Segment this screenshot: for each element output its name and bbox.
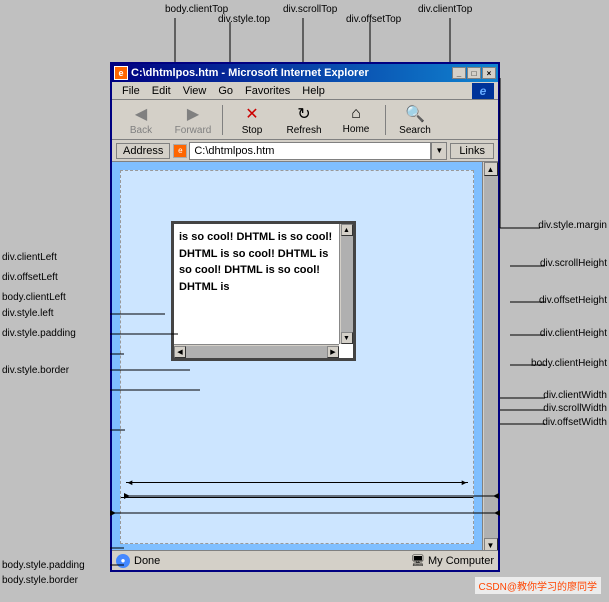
label-client-top-2: div.clientTop	[418, 4, 472, 15]
address-label: Address	[116, 143, 170, 159]
menu-favorites[interactable]: Favorites	[239, 84, 296, 98]
toolbar-sep-1	[222, 105, 223, 135]
address-bar: Address e C:\dhtmlpos.htm ▼ Links	[112, 140, 498, 162]
refresh-label: Refresh	[286, 125, 321, 136]
status-text: Done	[134, 555, 160, 567]
scroll-track-h	[186, 346, 327, 358]
status-zone-text: My Computer	[428, 555, 494, 567]
search-label: Search	[399, 125, 431, 136]
scroll-up-arrow[interactable]: ▲	[341, 224, 353, 236]
browser-scroll-track-v	[484, 176, 498, 538]
stop-icon: ✕	[245, 104, 258, 124]
title-bar: e C:\dhtmlpos.htm - Microsoft Internet E…	[112, 64, 498, 82]
toolbar-sep-2	[385, 105, 386, 135]
status-zone-icon: 🖥	[411, 554, 425, 567]
label-body-client-height: body.clientHeight	[531, 358, 607, 369]
browser-scroll-up[interactable]: ▲	[484, 162, 498, 176]
ie-logo: e	[472, 83, 494, 99]
div-content: is so cool! DHTML is so cool! DHTML is s…	[174, 224, 339, 300]
right-arrow-marker-1: ►	[460, 478, 468, 487]
scroll-down-arrow[interactable]: ▼	[341, 332, 353, 344]
browser-window: e C:\dhtmlpos.htm - Microsoft Internet E…	[110, 62, 500, 572]
scroll-left-arrow[interactable]: ◀	[174, 346, 186, 358]
label-div-client-height: div.clientHeight	[540, 328, 607, 339]
label-div-style-margin: div.style.margin	[538, 220, 607, 231]
label-div-offset-height: div.offsetHeight	[539, 295, 607, 306]
home-icon: ⌂	[351, 105, 361, 123]
label-div-client-width: div.clientWidth	[543, 390, 607, 401]
status-bar: ● Done 🖥 My Computer	[112, 550, 498, 570]
home-button[interactable]: ⌂ Home	[331, 102, 381, 138]
menu-file[interactable]: File	[116, 84, 146, 98]
scroll-right-arrow[interactable]: ▶	[327, 346, 339, 358]
watermark: CSDN@教你学习的廖同学	[475, 577, 602, 594]
close-button[interactable]: ×	[482, 67, 496, 79]
stop-label: Stop	[242, 125, 263, 136]
search-icon: 🔍	[405, 104, 425, 124]
menu-bar: File Edit View Go Favorites Help e	[112, 82, 498, 100]
label-div-style-padding: div.style.padding	[2, 328, 76, 339]
label-div-client-left: div.clientLeft	[2, 252, 57, 263]
links-button[interactable]: Links	[450, 143, 494, 159]
browser-scrollbar-v[interactable]: ▲ ▼	[482, 162, 498, 552]
div-box: is so cool! DHTML is so cool! DHTML is s…	[171, 221, 356, 361]
toolbar: ◀ Back ▶ Forward ✕ Stop ↻ Refresh ⌂ Home…	[112, 100, 498, 140]
address-value: C:\dhtmlpos.htm	[194, 145, 274, 157]
label-div-offset-left: div.offsetLeft	[2, 272, 58, 283]
title-controls: _ □ ×	[452, 67, 496, 79]
label-body-client-left: body.clientLeft	[2, 292, 66, 303]
label-div-scroll-width: div.scrollWidth	[543, 403, 607, 414]
refresh-icon: ↻	[297, 104, 310, 124]
body-area: is so cool! DHTML is so cool! DHTML is s…	[120, 170, 474, 544]
back-label: Back	[130, 125, 152, 136]
forward-icon: ▶	[187, 104, 199, 124]
label-div-offset-top: div.offsetTop	[346, 14, 401, 25]
refresh-button[interactable]: ↻ Refresh	[279, 102, 329, 138]
label-body-style-padding: body.style.padding	[2, 560, 85, 571]
minimize-button[interactable]: _	[452, 67, 466, 79]
back-button[interactable]: ◀ Back	[116, 102, 166, 138]
menu-help[interactable]: Help	[296, 84, 331, 98]
left-arrow-marker-1: ◄	[126, 478, 134, 487]
status-zone: 🖥 My Computer	[411, 554, 494, 567]
div-scrollbar-h[interactable]: ◀ ▶	[174, 344, 339, 358]
back-icon: ◀	[135, 104, 147, 124]
label-div-style-top: div.style.top	[218, 14, 270, 25]
forward-label: Forward	[175, 125, 212, 136]
label-body-style-border: body.style.border	[2, 575, 78, 586]
done-icon: ●	[116, 554, 130, 568]
menu-edit[interactable]: Edit	[146, 84, 177, 98]
address-dropdown[interactable]: ▼	[431, 142, 447, 160]
menu-go[interactable]: Go	[212, 84, 239, 98]
label-div-style-left: div.style.left	[2, 308, 54, 319]
label-div-style-border: div.style.border	[2, 365, 69, 376]
search-button[interactable]: 🔍 Search	[390, 102, 440, 138]
forward-button[interactable]: ▶ Forward	[168, 102, 218, 138]
address-bar-icon: e	[173, 144, 187, 158]
label-div-scroll-height: div.scrollHeight	[540, 258, 607, 269]
content-text: is so cool! DHTML is so cool! DHTML is s…	[179, 231, 332, 293]
window-title: C:\dhtmlpos.htm - Microsoft Internet Exp…	[131, 67, 369, 79]
div-scrollbar-v[interactable]: ▲ ▼	[339, 224, 353, 344]
maximize-button[interactable]: □	[467, 67, 481, 79]
ie-title-icon: e	[114, 66, 128, 80]
browser-content: is so cool! DHTML is so cool! DHTML is s…	[112, 162, 498, 568]
label-div-offset-width: div.offsetWidth	[542, 417, 607, 428]
address-input[interactable]: C:\dhtmlpos.htm	[189, 142, 431, 160]
scroll-track-v	[341, 236, 353, 332]
menu-view[interactable]: View	[177, 84, 213, 98]
body-offset-width-line	[121, 497, 473, 498]
stop-button[interactable]: ✕ Stop	[227, 102, 277, 138]
home-label: Home	[343, 124, 370, 135]
label-div-scroll-top: div.scrollTop	[283, 4, 337, 15]
body-client-width-line	[126, 482, 468, 483]
title-bar-left: e C:\dhtmlpos.htm - Microsoft Internet E…	[114, 66, 369, 80]
